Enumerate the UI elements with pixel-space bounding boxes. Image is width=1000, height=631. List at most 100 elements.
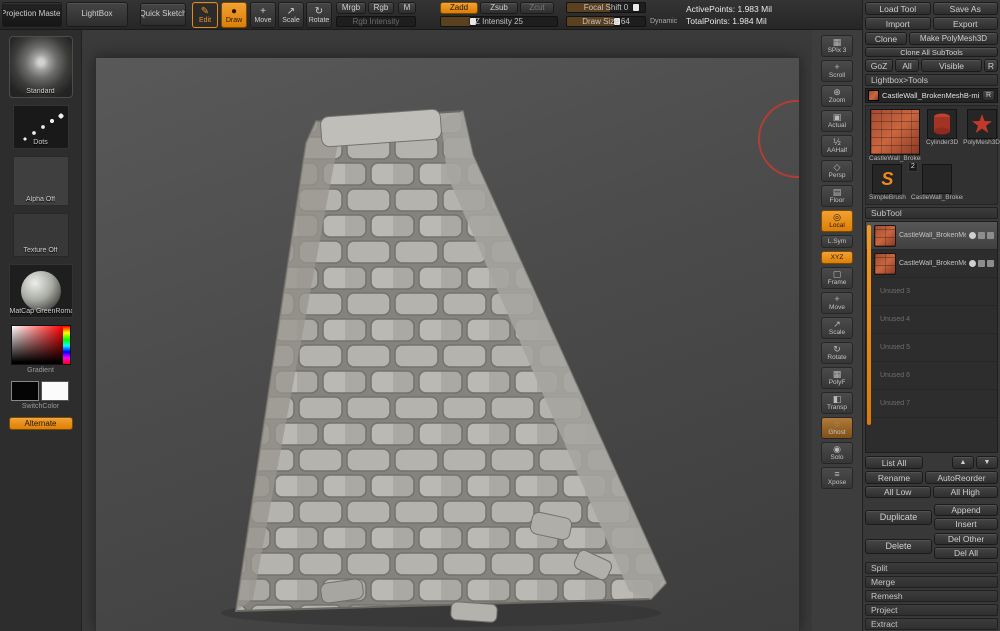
clone-all-subtools-button[interactable]: Clone All SubTools [865, 47, 998, 57]
duplicate-button[interactable]: Duplicate [865, 509, 932, 525]
projection-master-button[interactable]: Projection Master [2, 2, 62, 27]
floor-button[interactable]: ▤ Floor [821, 185, 853, 207]
subtool-item-unused[interactable]: Unused 6 [866, 362, 997, 390]
draw-size-slider[interactable]: Draw Size 64 [566, 16, 646, 27]
export-button[interactable]: Export [932, 17, 998, 30]
subtool-scrollbar[interactable] [867, 225, 871, 425]
polyframe-button[interactable]: ▦ PolyF [821, 367, 853, 389]
quick-sketch-button[interactable]: Quick Sketch [140, 3, 186, 26]
zcut-button[interactable]: Zcut [520, 2, 554, 14]
subtool-thumbnail[interactable] [874, 224, 896, 247]
del-all-button[interactable]: Del All [934, 547, 998, 559]
subtool-item-unused[interactable]: Unused 5 [866, 334, 997, 362]
frame-button[interactable]: ▢ Frame [821, 267, 853, 289]
viewport-area[interactable] [82, 30, 812, 631]
lightbox-button[interactable]: LightBox [66, 2, 128, 27]
del-other-button[interactable]: Del Other [934, 533, 998, 545]
color-picker[interactable] [10, 325, 71, 365]
actual-button[interactable]: ▣ Actual [821, 110, 853, 132]
m-button[interactable]: M [398, 2, 416, 14]
local-button[interactable]: ◎ Local [821, 210, 853, 232]
color-saturation-field[interactable] [11, 326, 63, 364]
switch-color-widget[interactable] [10, 381, 71, 401]
clone-button[interactable]: Clone [865, 32, 907, 45]
persp-button[interactable]: ◇ Persp [821, 160, 853, 182]
z-intensity-slider[interactable]: Z Intensity 25 [440, 16, 558, 27]
append-button[interactable]: Append [934, 504, 998, 516]
current-texture-thumbnail[interactable]: Texture Off [12, 213, 69, 257]
extract-section-header[interactable]: Extract [865, 618, 998, 630]
make-polymesh3d-button[interactable]: Make PolyMesh3D [909, 32, 998, 45]
subtool-item[interactable]: CastleWall_BrokenMeshB-2mil_1 [866, 250, 997, 278]
save-as-button[interactable]: Save As [932, 2, 998, 15]
xpose-button[interactable]: ≡ Xpose [821, 467, 853, 489]
current-material-thumbnail[interactable]: MatCap GreenRoma [8, 264, 73, 318]
goz-visible-button[interactable]: Visible [921, 59, 982, 72]
subtool-item-unused[interactable]: Unused 4 [866, 306, 997, 334]
current-tool-r-button[interactable]: R [982, 90, 995, 101]
move-view-button[interactable]: + Move [821, 292, 853, 314]
main-color-swatch[interactable] [10, 381, 39, 401]
merge-section-header[interactable]: Merge [865, 576, 998, 588]
rename-button[interactable]: Rename [865, 471, 923, 484]
solo-button[interactable]: ◉ Solo [821, 442, 853, 464]
model-castle-wall[interactable] [201, 83, 671, 631]
focal-shift-slider[interactable]: Focal Shift 0 [566, 2, 646, 13]
subtool-thumbnail[interactable] [874, 252, 896, 275]
scale-button[interactable]: ↗ Scale [278, 2, 304, 28]
subtool-item-unused[interactable]: Unused 7 [866, 390, 997, 418]
goz-r-button[interactable]: R [984, 59, 998, 72]
subtool-up-button[interactable]: ▲ [952, 456, 974, 469]
color-hue-strip[interactable] [62, 326, 70, 364]
subtool-section-header[interactable]: SubTool [865, 207, 998, 219]
list-all-button[interactable]: List All [865, 456, 923, 469]
project-section-header[interactable]: Project [865, 604, 998, 616]
document-canvas[interactable] [95, 57, 800, 631]
zoom-button[interactable]: ⊕ Zoom [821, 85, 853, 107]
tool-thumb-cylinder3d[interactable]: Cylinder3D [926, 109, 958, 146]
rgb-intensity-slider[interactable]: Rgb Intensity [336, 16, 416, 27]
rotate-view-button[interactable]: ↻ Rotate [821, 342, 853, 364]
goz-all-button[interactable]: All [895, 59, 919, 72]
draw-button[interactable]: ● Draw [221, 2, 247, 28]
subtool-down-button[interactable]: ▼ [976, 456, 998, 469]
lightbox-tools-header[interactable]: Lightbox>Tools [865, 74, 998, 86]
focal-shift-handle[interactable] [632, 4, 639, 11]
spix-button[interactable]: ▦ SPix 3 [821, 35, 853, 57]
load-tool-button[interactable]: Load Tool [865, 2, 931, 15]
delete-button[interactable]: Delete [865, 538, 932, 554]
autoreorder-button[interactable]: AutoReorder [925, 471, 998, 484]
rotate-button[interactable]: ↻ Rotate [306, 2, 332, 28]
subtool-toggle-icons[interactable] [969, 260, 994, 267]
aahalf-button[interactable]: ½ AAHalf [821, 135, 853, 157]
all-low-button[interactable]: All Low [865, 486, 931, 498]
xyz-button[interactable]: XYZ [821, 251, 853, 264]
import-button[interactable]: Import [865, 17, 931, 30]
scale-view-button[interactable]: ↗ Scale [821, 317, 853, 339]
ghost-button[interactable]: ◌ Ghost [821, 417, 853, 439]
tool-thumb-polymesh3d[interactable]: PolyMesh3D [963, 109, 1000, 146]
tool-thumb-castlewall-small[interactable]: 2 CastleWall_BrokenM [907, 162, 963, 201]
zsub-button[interactable]: Zsub [480, 2, 518, 14]
goz-button[interactable]: GoZ [865, 59, 893, 72]
split-section-header[interactable]: Split [865, 562, 998, 574]
edit-button[interactable]: ✎ Edit [192, 2, 218, 28]
current-brush-thumbnail[interactable]: Standard [8, 36, 73, 98]
current-alpha-thumbnail[interactable]: Alpha Off [12, 156, 69, 206]
insert-button[interactable]: Insert [934, 518, 998, 530]
remesh-section-header[interactable]: Remesh [865, 590, 998, 602]
current-tool-bar[interactable]: CastleWall_BrokenMeshB-mil R [865, 88, 998, 103]
tool-thumb-castlewall-big[interactable]: CastleWall_Broken8 [869, 109, 921, 162]
all-high-button[interactable]: All High [932, 486, 998, 498]
subtool-item-active[interactable]: CastleWall_BrokenMeshB-2mil [866, 222, 997, 250]
secondary-color-swatch[interactable] [40, 381, 69, 401]
mrgb-button[interactable]: Mrgb [336, 2, 366, 14]
dynamic-label[interactable]: Dynamic [650, 18, 677, 25]
current-stroke-thumbnail[interactable]: Dots [12, 105, 69, 149]
zadd-button[interactable]: Zadd [440, 2, 478, 14]
subtool-toggle-icons[interactable] [969, 232, 994, 239]
lsym-button[interactable]: L.Sym [821, 235, 853, 248]
subtool-item-unused[interactable]: Unused 3 [866, 278, 997, 306]
rgb-button[interactable]: Rgb [368, 2, 394, 14]
transp-button[interactable]: ◧ Transp [821, 392, 853, 414]
